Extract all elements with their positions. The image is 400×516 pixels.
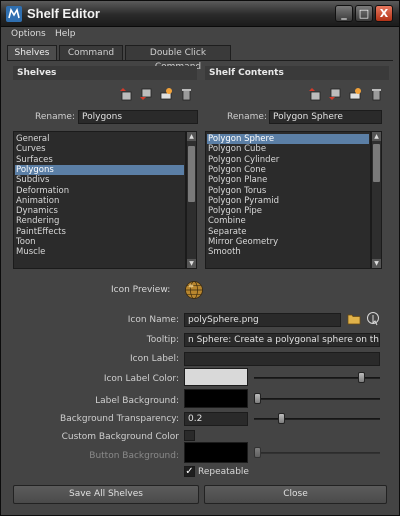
list-item[interactable]: Polygons — [15, 164, 184, 175]
minimize-button[interactable]: _ — [335, 5, 353, 22]
shelves-scrollbar[interactable]: ▲ ▼ — [186, 131, 197, 269]
label-background-swatch[interactable] — [184, 389, 248, 408]
custom-background-checkbox[interactable] — [184, 430, 195, 441]
button-background-label: Button Background: — [89, 451, 179, 461]
menu-help[interactable]: Help — [55, 29, 76, 39]
icon-label-color-slider[interactable] — [254, 372, 380, 383]
icon-label-field[interactable] — [184, 352, 380, 366]
shelf-contents-list[interactable]: Polygon Sphere Polygon Cube Polygon Cylind… — [205, 131, 371, 269]
scroll-down-arrow-icon[interactable]: ▼ — [372, 259, 381, 268]
move-up-icon[interactable] — [119, 87, 133, 101]
contents-rename-label: Rename: — [227, 112, 267, 122]
background-transparency-field[interactable]: 0.2 — [184, 412, 248, 426]
window-title: Shelf Editor — [27, 6, 100, 21]
slider-knob[interactable] — [254, 393, 261, 404]
list-item[interactable]: General — [15, 134, 184, 144]
maya-app-icon — [6, 6, 22, 22]
icon-preview-label: Icon Preview: — [111, 285, 171, 295]
list-item[interactable]: Polygon Cube — [207, 144, 369, 154]
menu-options[interactable]: Options — [11, 29, 46, 39]
contents-scrollbar[interactable]: ▲ ▼ — [371, 131, 382, 269]
move-down-icon[interactable] — [139, 87, 153, 101]
shelves-header: Shelves — [13, 66, 197, 80]
tab-shelves[interactable]: Shelves — [7, 45, 57, 61]
label-background-slider[interactable] — [254, 393, 380, 404]
list-item[interactable]: Surfaces — [15, 155, 184, 165]
list-item[interactable]: Polygon Pyramid — [207, 196, 369, 206]
list-item[interactable]: Deformation — [15, 186, 184, 196]
slider-knob[interactable] — [278, 413, 285, 424]
tooltip-label: Tooltip: — [146, 335, 179, 345]
tab-bar: Shelves Command Double Click Command — [7, 45, 393, 72]
list-item[interactable]: Rendering — [15, 216, 184, 226]
button-background-slider[interactable] — [254, 447, 380, 458]
poly-sphere-icon — [185, 281, 203, 299]
list-item[interactable]: Polygon Sphere — [207, 134, 369, 144]
move-up-icon[interactable] — [308, 87, 322, 101]
list-item[interactable]: Combine — [207, 216, 369, 226]
icon-name-label: Icon Name: — [127, 315, 179, 325]
tab-command[interactable]: Command — [59, 45, 123, 61]
new-item-icon[interactable] — [348, 87, 362, 101]
list-item[interactable]: Polygon Cone — [207, 165, 369, 175]
list-item[interactable]: Mirror Geometry — [207, 237, 369, 247]
close-button[interactable]: Close — [204, 485, 387, 504]
scroll-down-arrow-icon[interactable]: ▼ — [187, 259, 196, 268]
shelves-rename-label: Rename: — [35, 112, 75, 122]
tooltip-field[interactable]: n Sphere: Create a polygonal sphere on t… — [184, 333, 380, 347]
repeatable-checkbox[interactable]: ✓ — [184, 466, 195, 477]
shelves-list[interactable]: General Curves Surfaces Polygons Subdivs Defo… — [13, 131, 186, 269]
list-item[interactable]: Curves — [15, 144, 184, 154]
move-down-icon[interactable] — [328, 87, 342, 101]
maximize-button[interactable]: □ — [355, 5, 373, 22]
list-item[interactable]: PaintEffects — [15, 227, 184, 237]
tab-divider — [7, 60, 393, 61]
custom-background-label: Custom Background Color — [61, 432, 179, 442]
list-item[interactable]: Muscle — [15, 247, 184, 257]
folder-icon[interactable] — [347, 313, 361, 325]
label-background-label: Label Background: — [95, 396, 179, 406]
delete-item-icon[interactable] — [369, 87, 383, 101]
list-item[interactable]: Toon — [15, 237, 184, 247]
icon-label-color-label: Icon Label Color: — [103, 374, 179, 384]
list-item[interactable]: Polygon Pipe — [207, 206, 369, 216]
shelf-rename-field[interactable]: Polygons — [78, 110, 198, 124]
icon-label-label: Icon Label: — [130, 354, 179, 364]
icon-label-color-swatch[interactable] — [184, 368, 248, 386]
list-item[interactable]: Polygon Torus — [207, 186, 369, 196]
button-background-swatch[interactable] — [184, 442, 248, 463]
pick-icon[interactable] — [366, 311, 380, 327]
title-bar[interactable]: Shelf Editor _ □ X — [1, 1, 399, 27]
item-rename-field[interactable]: Polygon Sphere — [269, 110, 382, 124]
scroll-thumb[interactable] — [373, 144, 380, 182]
list-item[interactable]: Animation — [15, 196, 184, 206]
list-item[interactable]: Polygon Plane — [207, 175, 369, 185]
tab-double-click-command[interactable]: Double Click Command — [125, 45, 231, 72]
slider-knob[interactable] — [254, 447, 261, 458]
close-window-button[interactable]: X — [375, 5, 393, 22]
background-transparency-label: Background Transparency: — [60, 414, 179, 424]
new-shelf-icon[interactable] — [159, 87, 173, 101]
background-transparency-slider[interactable] — [254, 413, 380, 424]
scroll-thumb[interactable] — [188, 146, 195, 202]
list-item[interactable]: Smooth — [207, 247, 369, 257]
menu-bar: Options Help — [1, 28, 399, 42]
shelf-contents-header: Shelf Contents — [205, 66, 389, 80]
repeatable-label: Repeatable — [198, 467, 249, 477]
scroll-up-arrow-icon[interactable]: ▲ — [187, 132, 196, 141]
list-item[interactable]: Separate — [207, 227, 369, 237]
icon-name-field[interactable]: polySphere.png — [184, 313, 341, 327]
slider-knob[interactable] — [358, 372, 365, 383]
delete-shelf-icon[interactable] — [179, 87, 193, 101]
shelf-editor-window: Shelf Editor _ □ X Options Help Shelves … — [0, 0, 400, 516]
list-item[interactable]: Subdivs — [15, 175, 184, 185]
save-all-shelves-button[interactable]: Save All Shelves — [13, 485, 199, 504]
list-item[interactable]: Dynamics — [15, 206, 184, 216]
scroll-up-arrow-icon[interactable]: ▲ — [372, 132, 381, 141]
list-item[interactable]: Polygon Cylinder — [207, 155, 369, 165]
